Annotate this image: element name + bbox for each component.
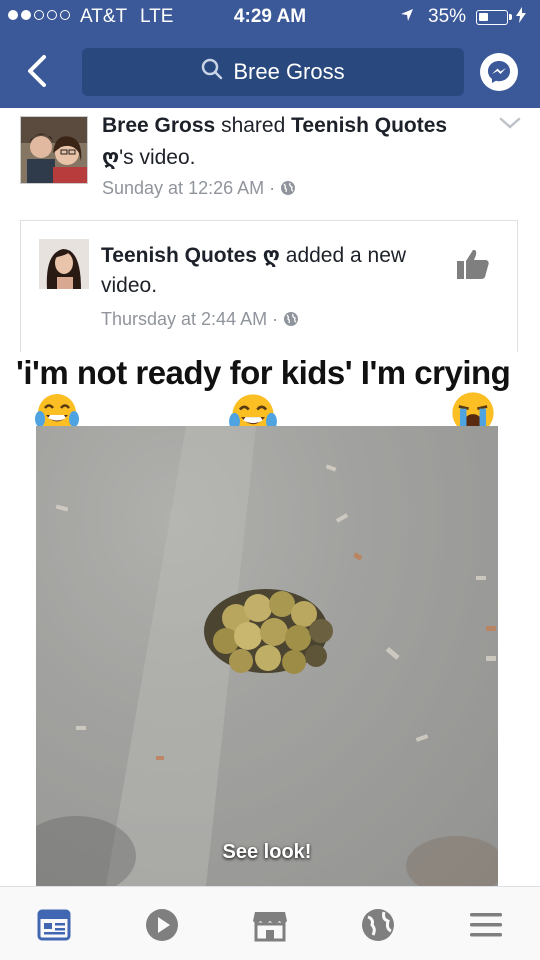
chevron-down-icon bbox=[499, 117, 521, 129]
marketplace-icon bbox=[253, 912, 287, 942]
shared-timestamp[interactable]: Thursday at 2:44 AM · bbox=[101, 309, 299, 330]
video-caption: 'i'm not ready for kids' I'm crying bbox=[16, 354, 511, 391]
tab-marketplace[interactable] bbox=[250, 905, 290, 945]
separator-dot: · bbox=[272, 309, 284, 329]
tab-menu[interactable] bbox=[466, 905, 506, 945]
video-player[interactable]: See look! bbox=[36, 426, 498, 886]
feed: Bree Gross shared Teenish Quotes ღ 's vid… bbox=[0, 108, 540, 886]
story-timestamp[interactable]: Sunday at 12:26 AM · bbox=[102, 178, 296, 199]
page-avatar[interactable] bbox=[39, 239, 89, 289]
battery-percent: 35% bbox=[428, 6, 467, 27]
search-query: Bree Gross bbox=[233, 59, 345, 84]
bottom-tab-bar bbox=[0, 886, 540, 960]
separator-dot: · bbox=[269, 178, 281, 198]
page-name[interactable]: Teenish Quotes ღ bbox=[101, 244, 280, 267]
story-time: Sunday at 12:26 AM bbox=[102, 178, 265, 198]
battery-icon bbox=[476, 10, 512, 25]
messenger-button[interactable] bbox=[480, 53, 518, 91]
story-text: Bree Gross shared Teenish Quotes ღ's vid… bbox=[102, 110, 482, 174]
top-bar: AT&T LTE 4:29 AM 35% Bree Gross bbox=[0, 0, 540, 108]
actor-name[interactable]: Bree Gross bbox=[102, 114, 215, 137]
avatar[interactable] bbox=[20, 116, 88, 184]
location-arrow-icon bbox=[400, 8, 414, 27]
tab-notifications-globe[interactable] bbox=[358, 905, 398, 945]
globe-icon bbox=[284, 312, 299, 326]
search-icon bbox=[201, 58, 223, 86]
globe-icon bbox=[281, 181, 296, 195]
tab-video[interactable] bbox=[142, 905, 182, 945]
charging-bolt-icon bbox=[516, 7, 526, 28]
story-action: shared bbox=[221, 114, 286, 137]
shared-post-text: Teenish Quotes ღ added a new video. bbox=[101, 241, 421, 301]
story-suffix: 's video. bbox=[119, 146, 196, 169]
like-page-button[interactable] bbox=[455, 247, 491, 286]
back-button[interactable] bbox=[22, 54, 52, 88]
video-icon bbox=[146, 909, 178, 941]
messenger-icon bbox=[488, 61, 510, 83]
video-post: 'i'm not ready for kids' I'm crying See … bbox=[0, 352, 540, 886]
news-feed-icon bbox=[37, 909, 71, 941]
post-options-button[interactable] bbox=[498, 116, 522, 135]
globe-icon bbox=[362, 909, 394, 941]
status-bar: AT&T LTE 4:29 AM 35% bbox=[0, 0, 540, 36]
video-frame bbox=[36, 426, 498, 886]
shared-time: Thursday at 2:44 AM bbox=[101, 309, 268, 329]
search-bar[interactable]: Bree Gross bbox=[82, 48, 464, 96]
menu-icon bbox=[470, 913, 502, 937]
tab-news-feed[interactable] bbox=[34, 905, 74, 945]
thumbs-up-icon bbox=[457, 249, 489, 279]
video-subtitle: See look! bbox=[222, 841, 312, 863]
chevron-left-icon bbox=[28, 55, 46, 87]
story-header: Bree Gross shared Teenish Quotes ღ's vid… bbox=[0, 108, 540, 218]
